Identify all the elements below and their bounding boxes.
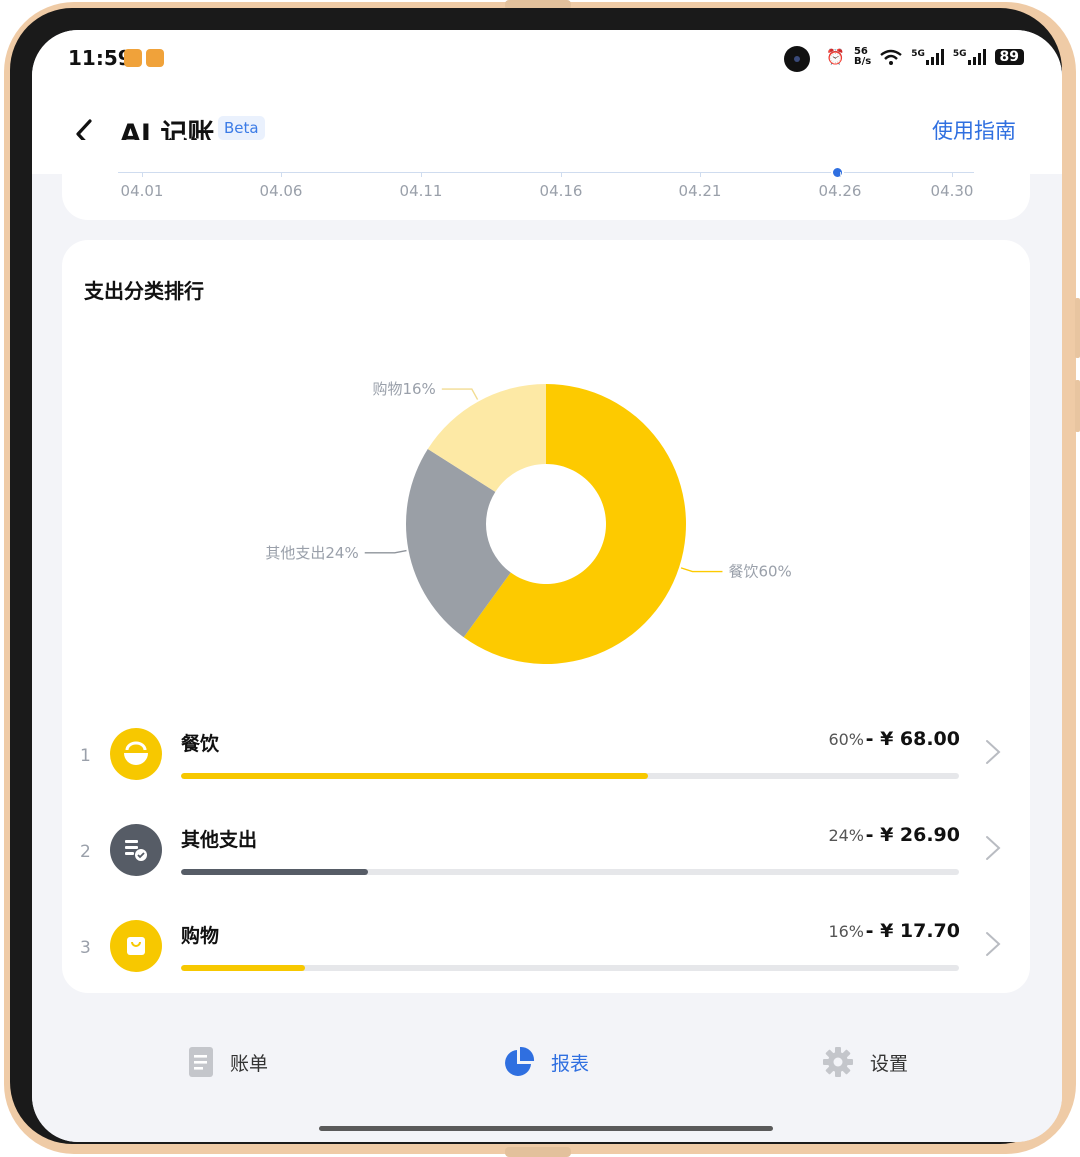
home-indicator[interactable]: [319, 1126, 773, 1131]
category-name: 其他支出: [181, 829, 258, 851]
side-button: [1075, 298, 1080, 358]
ranking-row[interactable]: 2 其他支出 24% - ¥ 26.90: [62, 824, 1030, 904]
signal-1: 5G: [911, 49, 944, 65]
trend-chart-card: 04.01 04.06 04.11 04.16 04.21 04.26 04.30: [62, 140, 1030, 220]
chevron-right-icon[interactable]: [984, 834, 1002, 862]
donut-leader-line: [364, 549, 407, 554]
category-name: 餐饮: [181, 733, 220, 755]
wifi-icon: [880, 49, 902, 65]
trend-axis-label: 04.30: [930, 182, 974, 200]
device-bezel: 11:59 ⏰ 56 B/s 5G 5G 89 AI 记账 Beta 使用指南 …: [10, 8, 1062, 1144]
category-percent: 16%: [828, 922, 864, 941]
screen: 11:59 ⏰ 56 B/s 5G 5G 89 AI 记账 Beta 使用指南 …: [32, 30, 1062, 1142]
category-amount: - ¥ 17.70: [865, 920, 960, 942]
rank-number: 1: [80, 746, 91, 766]
rank-number: 3: [80, 938, 91, 958]
trend-axis-tick: [952, 172, 953, 177]
trend-axis-label: 04.16: [539, 182, 583, 200]
shopping-bag-icon: [110, 920, 162, 972]
tab-reports-label: 报表: [551, 1052, 590, 1075]
expense-ranking-card: 支出分类排行 餐饮60% 其他支出24% 购物16% 1 餐饮 60% - ¥ 68.00…: [62, 240, 1030, 993]
trend-axis-line: [118, 172, 974, 173]
beta-badge: Beta: [218, 116, 265, 140]
tab-bills-label: 账单: [230, 1052, 269, 1075]
trend-axis-label: 04.06: [259, 182, 303, 200]
signal-2: 5G: [953, 49, 986, 65]
tab-bills[interactable]: 账单: [188, 1044, 268, 1080]
progress-fill: [181, 773, 648, 779]
bowl-icon: [110, 728, 162, 780]
trend-axis-label: 04.26: [818, 182, 862, 200]
ranking-row[interactable]: 1 餐饮 60% - ¥ 68.00: [62, 728, 1030, 808]
network-type-label: 5G: [911, 49, 925, 59]
status-icons: ⏰ 56 B/s 5G 5G 89: [826, 47, 1024, 67]
tab-settings-label: 设置: [870, 1052, 909, 1075]
category-percent: 60%: [828, 730, 864, 749]
donut-slice-label: 购物16%: [372, 380, 435, 398]
tab-settings[interactable]: 设置: [822, 1044, 908, 1080]
net-speed-unit: B/s: [853, 56, 872, 67]
trend-axis-tick: [700, 172, 701, 177]
rank-number: 2: [80, 842, 91, 862]
category-percent: 24%: [828, 826, 864, 845]
progress-track: [181, 965, 959, 971]
progress-track: [181, 773, 959, 779]
trend-axis-tick: [421, 172, 422, 177]
hinge-bottom: [505, 1147, 571, 1157]
category-donut-chart: 餐饮60% 其他支出24% 购物16%: [265, 380, 792, 664]
network-type-label: 5G: [952, 49, 967, 59]
status-time: 11:59: [68, 46, 132, 70]
gear-icon: [823, 1047, 853, 1077]
bottom-tab-bar: 账单 报表 设置: [32, 1010, 1062, 1142]
progress-fill: [181, 869, 368, 875]
battery-indicator: 89: [994, 49, 1024, 65]
front-camera: [784, 46, 810, 72]
donut-slice-label: 其他支出24%: [265, 544, 358, 562]
status-bar: 11:59 ⏰ 56 B/s 5G 5G 89: [32, 30, 1062, 94]
ranking-row[interactable]: 3 购物 16% - ¥ 17.70: [62, 920, 1030, 1000]
trend-axis-label: 04.21: [678, 182, 722, 200]
category-name: 购物: [181, 925, 220, 947]
alarm-icon: ⏰: [826, 48, 845, 66]
trend-axis-tick: [281, 172, 282, 177]
donut-slice-label: 餐饮60%: [728, 563, 791, 581]
bill-icon: [189, 1047, 213, 1077]
net-speed: 56 B/s: [854, 47, 871, 67]
trend-axis-tick: [561, 172, 562, 177]
donut-leader-line: [680, 567, 723, 573]
chevron-right-icon[interactable]: [984, 738, 1002, 766]
trend-selected-point[interactable]: [831, 166, 844, 179]
donut-leader-line: [441, 388, 479, 400]
app-notification-icon: [146, 49, 164, 67]
trend-axis-tick: [142, 172, 143, 177]
progress-fill: [181, 965, 306, 971]
trend-axis-tick: [840, 172, 841, 177]
side-button: [1075, 380, 1080, 432]
pie-chart-icon: [505, 1046, 535, 1076]
trend-axis-label: 04.11: [399, 182, 443, 200]
trend-axis-label: 04.01: [120, 182, 164, 200]
signal-bars-icon: [925, 49, 944, 65]
chevron-right-icon[interactable]: [984, 930, 1002, 958]
progress-track: [181, 869, 959, 875]
signal-bars-icon: [967, 49, 986, 65]
category-amount: - ¥ 68.00: [865, 728, 960, 750]
app-notification-icon: [124, 49, 142, 67]
category-amount: - ¥ 26.90: [865, 824, 960, 846]
ranking-title: 支出分类排行: [84, 279, 204, 303]
tab-reports[interactable]: 报表: [503, 1044, 589, 1080]
receipt-icon: [110, 824, 162, 876]
